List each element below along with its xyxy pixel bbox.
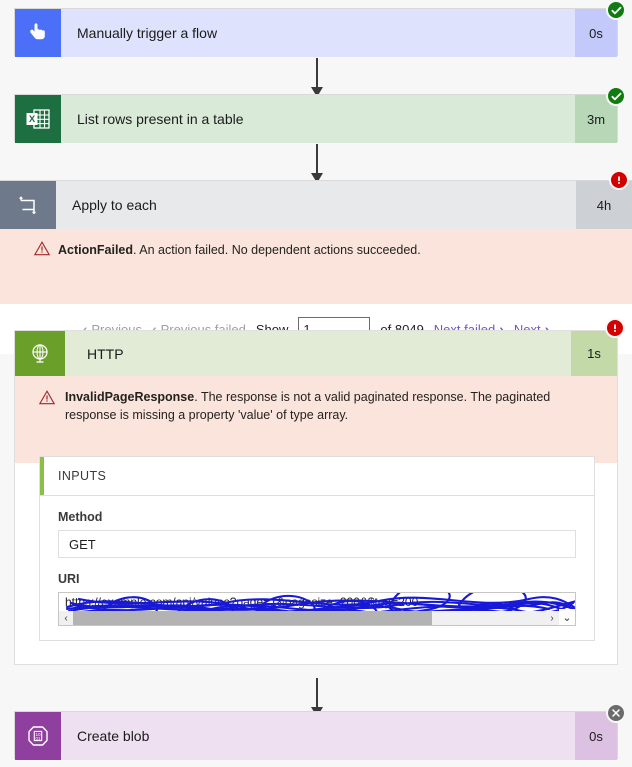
globe-icon	[15, 331, 65, 376]
method-label: Method	[58, 510, 103, 524]
scroll-left-arrow-icon[interactable]: ‹	[59, 611, 73, 625]
connector-arrow-2	[311, 144, 323, 183]
status-badge-skipped	[606, 703, 626, 723]
excel-table-icon: X	[15, 95, 61, 143]
flow-run-canvas: Manually trigger a flow 0s X List rows p…	[0, 0, 632, 767]
status-badge-failed	[609, 170, 629, 190]
flow-node-http[interactable]: HTTP 1s InvalidPageResponse. The respons…	[14, 318, 625, 665]
error-code: ActionFailed	[58, 243, 134, 257]
svg-text:01: 01	[35, 736, 41, 741]
svg-text:X: X	[29, 114, 36, 125]
flow-node-create-blob[interactable]: 10 01 Create blob 0s	[14, 703, 626, 760]
node-title: List rows present in a table	[61, 95, 575, 143]
node-duration: 1s	[571, 331, 617, 376]
inputs-card-header[interactable]: INPUTS	[40, 457, 594, 496]
uri-value-text: https://example.com/api/values?page=1&pa…	[65, 595, 419, 609]
scroll-right-arrow-icon[interactable]: ›	[545, 611, 559, 625]
node-title: Create blob	[61, 712, 575, 760]
hand-pointer-icon	[15, 9, 61, 57]
method-value: GET	[58, 530, 576, 558]
node-title: Apply to each	[56, 181, 576, 229]
scrollbar-thumb[interactable]	[73, 611, 432, 625]
uri-label: URI	[58, 572, 80, 586]
error-message: . An action failed. No dependent actions…	[133, 243, 421, 257]
uri-horizontal-scrollbar[interactable]: ‹ ›	[59, 611, 559, 625]
connector-arrow-1	[311, 58, 323, 97]
node-title: HTTP	[65, 331, 571, 376]
inputs-card: INPUTS Method GET URI https://example.co…	[39, 456, 595, 641]
node-bar[interactable]: X List rows present in a table 3m	[15, 95, 617, 143]
status-badge-succeeded	[606, 86, 626, 106]
status-badge-failed	[605, 318, 625, 338]
node-bar[interactable]: Apply to each 4h	[0, 170, 632, 229]
loop-icon	[0, 181, 56, 229]
error-banner-http: InvalidPageResponse. The response is not…	[15, 376, 617, 463]
node-bar[interactable]: Manually trigger a flow 0s	[15, 9, 617, 57]
status-badge-succeeded	[606, 0, 626, 20]
node-bar[interactable]: HTTP 1s	[15, 318, 625, 376]
scrollbar-track[interactable]	[73, 611, 545, 625]
error-text: InvalidPageResponse. The response is not…	[37, 388, 603, 424]
warning-triangle-icon	[33, 241, 51, 256]
flow-node-apply-to-each[interactable]: Apply to each 4h ActionFailed. An action…	[0, 170, 632, 354]
node-bar[interactable]: 10 01 Create blob 0s	[15, 712, 617, 760]
uri-value-field[interactable]: https://example.com/api/values?page=1&pa…	[58, 592, 576, 626]
connector-arrow-3	[311, 678, 323, 717]
blob-storage-icon: 10 01	[15, 712, 61, 760]
error-banner-apply-to-each: ActionFailed. An action failed. No depen…	[0, 229, 632, 304]
error-code: InvalidPageResponse	[65, 390, 195, 404]
flow-node-list-rows[interactable]: X List rows present in a table 3m	[14, 86, 626, 143]
chevron-down-icon[interactable]: ⌄	[559, 609, 575, 625]
inputs-header-label: INPUTS	[58, 469, 107, 483]
node-title: Manually trigger a flow	[61, 9, 575, 57]
error-text: ActionFailed. An action failed. No depen…	[30, 241, 421, 259]
warning-triangle-icon	[38, 390, 56, 405]
flow-node-manual-trigger[interactable]: Manually trigger a flow 0s	[14, 0, 626, 57]
